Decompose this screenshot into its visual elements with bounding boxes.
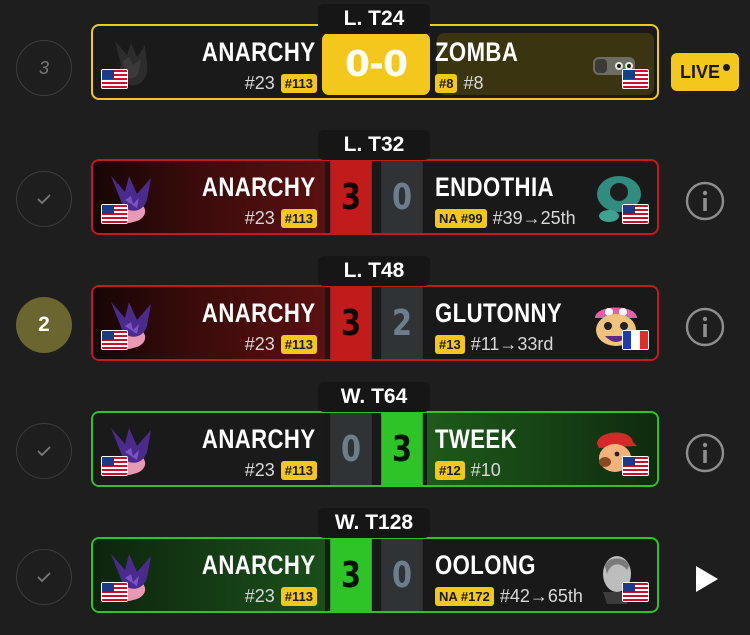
- completed-check-icon: [16, 549, 72, 605]
- player-seed: #23: [244, 334, 275, 354]
- match-row: 3 L. T24 ANARCHY #23 #113 0-0 ZOMBA #8 #…: [0, 0, 750, 126]
- player-badge: #113: [280, 74, 317, 93]
- match-card[interactable]: ANARCHY #23 #113 3 0 OOLONG NA #172 #42→…: [91, 537, 659, 613]
- info-button[interactable]: [684, 180, 726, 222]
- info-button[interactable]: [684, 432, 726, 474]
- player-seed: #23: [244, 208, 275, 228]
- match-row: L. T32 ANARCHY #23 #113 3 0 ENDOTHIA NA …: [0, 126, 750, 252]
- player-name: ANARCHY: [201, 172, 315, 202]
- round-tag: L. T48: [318, 256, 430, 286]
- info-button[interactable]: [684, 306, 726, 348]
- round-tag: W. T64: [318, 382, 430, 412]
- round-tag: L. T32: [318, 130, 430, 160]
- live-dot-icon: [723, 64, 730, 71]
- us-flag-icon: [622, 204, 649, 224]
- opponent-seed: #42→65th: [499, 586, 583, 606]
- player-score: 3: [330, 539, 372, 611]
- match-card[interactable]: ANARCHY #23 #113 3 0 ENDOTHIA NA #99 #39…: [91, 159, 659, 235]
- opponent-seed: #10: [470, 460, 501, 480]
- us-flag-icon: [622, 456, 649, 476]
- opponent-name: ENDOTHIA: [435, 172, 554, 202]
- opponent-seed: #39→25th: [492, 208, 576, 228]
- player-badge: #113: [280, 461, 317, 480]
- opponent-score: 0: [381, 161, 423, 233]
- us-flag-icon: [101, 204, 128, 224]
- opponent-name: OOLONG: [435, 550, 536, 580]
- opponent-score: 3: [381, 413, 423, 485]
- opponent-badge: NA #172: [435, 587, 494, 606]
- play-button[interactable]: [684, 558, 726, 600]
- player-name: ANARCHY: [201, 298, 315, 328]
- live-score: 0-0: [322, 33, 430, 95]
- france-flag-icon: [622, 330, 649, 350]
- player-badge: #113: [280, 587, 317, 606]
- round-number-indicator: 2: [16, 297, 72, 353]
- match-card[interactable]: ANARCHY #23 #113 0-0 ZOMBA #8 #8: [91, 24, 659, 100]
- us-flag-icon: [101, 330, 128, 350]
- player-seed: #23: [244, 586, 275, 606]
- player-score: 0: [330, 413, 372, 485]
- player-badge: #113: [280, 209, 317, 228]
- completed-check-icon: [16, 423, 72, 479]
- player-score: 3: [330, 161, 372, 233]
- us-flag-icon: [622, 582, 649, 602]
- live-button[interactable]: LIVE: [671, 53, 739, 91]
- opponent-seed: #8: [463, 73, 484, 93]
- round-number-indicator: 3: [16, 40, 72, 96]
- player-name: ANARCHY: [201, 424, 315, 454]
- player-name: ANARCHY: [201, 550, 315, 580]
- opponent-badge: #13: [435, 335, 465, 354]
- opponent-score: 0: [381, 539, 423, 611]
- us-flag-icon: [101, 456, 128, 476]
- player-name: ANARCHY: [201, 37, 315, 67]
- match-card[interactable]: ANARCHY #23 #113 3 2 GLUTONNY #13 #11→33…: [91, 285, 659, 361]
- match-card[interactable]: ANARCHY #23 #113 0 3 TWEEK #12 #10: [91, 411, 659, 487]
- player-seed: #23: [244, 73, 275, 93]
- player-score: 3: [330, 287, 372, 359]
- match-row: 2 L. T48 ANARCHY #23 #113 3 2 GLUTONNY #…: [0, 252, 750, 378]
- check-icon: [37, 194, 51, 205]
- match-row: W. T128 ANARCHY #23 #113 3 0 OOLONG NA #…: [0, 504, 750, 630]
- opponent-name: TWEEK: [435, 424, 517, 454]
- opponent-badge: #8: [435, 74, 458, 93]
- us-flag-icon: [101, 69, 128, 89]
- match-row: W. T64 ANARCHY #23 #113 0 3 TWEEK #12 #1…: [0, 378, 750, 504]
- player-seed: #23: [244, 460, 275, 480]
- completed-check-icon: [16, 171, 72, 227]
- player-badge: #113: [280, 335, 317, 354]
- opponent-name: GLUTONNY: [435, 298, 563, 328]
- opponent-badge: #12: [435, 461, 465, 480]
- opponent-score: 2: [381, 287, 423, 359]
- check-icon: [37, 446, 51, 457]
- round-tag: W. T128: [318, 508, 430, 538]
- check-icon: [37, 572, 51, 583]
- opponent-seed: #11→33rd: [470, 334, 554, 354]
- us-flag-icon: [101, 582, 128, 602]
- us-flag-icon: [622, 69, 649, 89]
- round-tag: L. T24: [318, 4, 430, 34]
- opponent-badge: NA #99: [435, 209, 487, 228]
- opponent-name: ZOMBA: [435, 37, 519, 67]
